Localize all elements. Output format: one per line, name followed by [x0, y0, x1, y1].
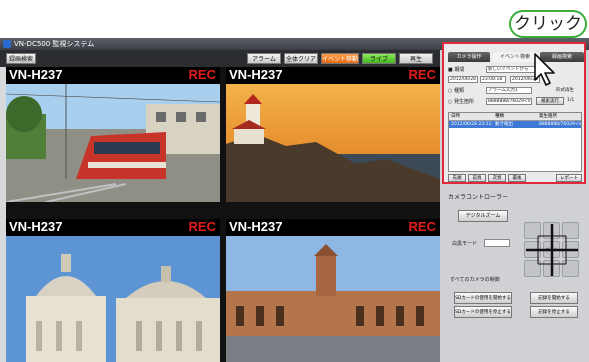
- video-tile[interactable]: VN-H237 REC: [6, 67, 220, 202]
- white-mode-label: 白黒モード: [452, 241, 478, 247]
- event-search-panel: カメラ操作 イベント検索 録画検索 ■ 期間 新しいイベントから 2012/06…: [442, 42, 586, 184]
- alarm-button[interactable]: アラーム: [247, 53, 281, 64]
- event-move-button[interactable]: イベント移動: [321, 53, 359, 64]
- period-row: ■ 期間: [448, 66, 464, 73]
- col-location: 発生箇所: [539, 114, 557, 119]
- toolbar: 録画検索 アラーム 全体クリア イベント移動 ライブ 再生: [0, 50, 440, 67]
- train-scene-image: [6, 84, 220, 202]
- app-title: VN-DC500 監視システム: [14, 40, 95, 48]
- camera-label: VN-H237: [9, 67, 63, 82]
- plaza-scene-image: [226, 236, 440, 362]
- row-location: 8888888/76029<VN-: [539, 122, 581, 127]
- row-type: 動き検出: [495, 122, 513, 127]
- crosshair-icon: [526, 224, 578, 276]
- row-datetime: 2012/06/28 23:11:2...: [451, 122, 493, 127]
- click-callout: クリック: [509, 10, 587, 38]
- camera-label: VN-H237: [9, 219, 63, 234]
- search-execute-button[interactable]: 検索実行: [536, 97, 564, 105]
- type-select[interactable]: アラーム入力1: [486, 87, 532, 94]
- rec-stop-button[interactable]: 記録を停止する: [530, 306, 578, 318]
- app-logo-icon: [3, 40, 11, 48]
- period-label: 期間: [454, 67, 465, 73]
- camera-controller-title: カメラコントローラー: [448, 194, 509, 201]
- table-header: 日時 種類 発生箇所: [449, 113, 581, 121]
- lighthouse-scene-image: [226, 84, 440, 202]
- rec-indicator: REC: [408, 219, 436, 234]
- ptz-pad: ズーム: [524, 222, 580, 278]
- mouse-cursor-icon: [534, 53, 555, 86]
- cathedral-scene-image: [6, 236, 220, 362]
- col-datetime: 日時: [451, 114, 460, 119]
- event-table: 日時 種類 発生箇所 2012/06/28 23:11:2... 動き検出 88…: [448, 112, 582, 172]
- rec-indicator: REC: [188, 67, 216, 82]
- table-row[interactable]: 2012/06/28 23:11:2... 動き検出 8888888/76029…: [449, 121, 581, 128]
- camera-label: VN-H237: [229, 219, 283, 234]
- type-row: ○ 種類: [448, 87, 464, 94]
- from-time-field[interactable]: 23:08:18: [480, 76, 506, 83]
- sd-start-button[interactable]: SDカードの使用を開始する: [454, 292, 512, 304]
- panel-tabs: カメラ操作 イベント検索 録画検索: [448, 52, 584, 62]
- prev-page-button[interactable]: 前頁: [468, 174, 486, 182]
- camera-label: VN-H237: [229, 67, 283, 82]
- recording-search-button[interactable]: 録画検索: [6, 53, 36, 64]
- page-indicator: 1/1: [567, 98, 575, 103]
- next-page-button[interactable]: 次頁: [488, 174, 506, 182]
- report-button[interactable]: レポート: [556, 174, 582, 182]
- digital-zoom-button[interactable]: デジタルズーム: [458, 210, 508, 222]
- first-page-button[interactable]: 先頭: [448, 174, 466, 182]
- last-page-button[interactable]: 最後: [508, 174, 526, 182]
- from-date-field[interactable]: 2012/06/28: [448, 76, 478, 83]
- type-label: 種類: [453, 88, 464, 94]
- all-cameras-label: すべてのカメラの制御: [450, 277, 500, 283]
- video-grid: VN-H237 REC VN-H237 REC VN-H237 REC VN-H…: [6, 67, 440, 362]
- tab-camera-control[interactable]: カメラ操作: [448, 52, 490, 62]
- white-mode-select[interactable]: [484, 239, 510, 247]
- tab-event-search[interactable]: イベント検索: [493, 52, 537, 62]
- video-tile[interactable]: VN-H237 REC: [226, 67, 440, 202]
- rec-indicator: REC: [188, 219, 216, 234]
- location-row: ○ 発生箇所: [448, 98, 474, 105]
- live-button[interactable]: ライブ: [362, 53, 396, 64]
- col-type: 種類: [495, 114, 504, 119]
- location-select[interactable]: 8888888/76029<VN-: [486, 98, 532, 105]
- playback-button[interactable]: 再生: [399, 53, 433, 64]
- video-tile[interactable]: VN-H237 REC: [6, 219, 220, 362]
- sd-stop-button[interactable]: SDカードの使用を停止する: [454, 306, 512, 318]
- location-label: 発生箇所: [453, 99, 474, 105]
- rec-start-button[interactable]: 記録を開始する: [530, 292, 578, 304]
- rec-indicator: REC: [408, 67, 436, 82]
- clear-all-button[interactable]: 全体クリア: [284, 53, 318, 64]
- video-tile[interactable]: VN-H237 REC: [226, 219, 440, 362]
